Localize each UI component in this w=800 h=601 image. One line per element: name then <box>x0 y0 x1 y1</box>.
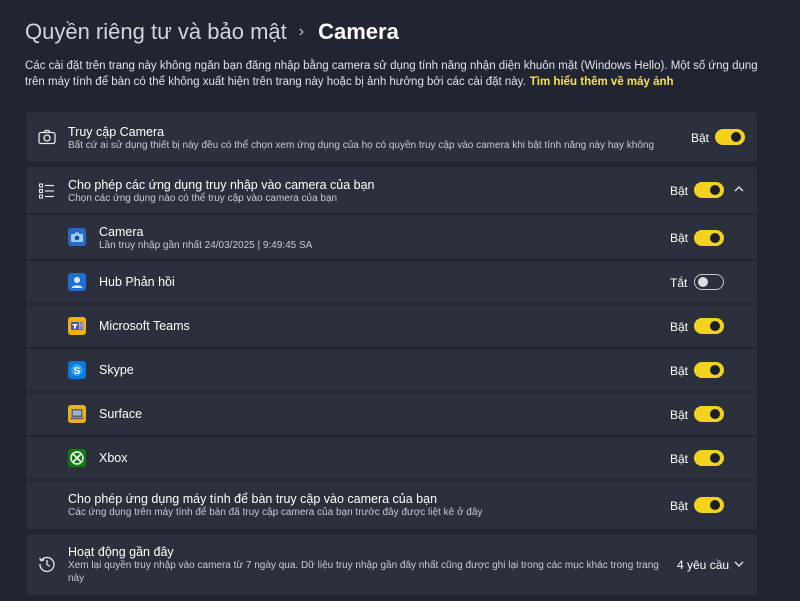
learn-more-link[interactable]: Tìm hiểu thêm về máy ảnh <box>530 76 674 88</box>
toggle-knob <box>710 185 720 195</box>
chevron-down-icon[interactable] <box>731 556 747 572</box>
desktop-access-setting[interactable]: Cho phép ứng dụng máy tính để bàn truy c… <box>26 481 757 529</box>
desktop-access-title: Cho phép ứng dụng máy tính để bàn truy c… <box>68 492 438 506</box>
chevron-up-icon[interactable] <box>731 181 747 197</box>
app-name: Skype <box>99 363 134 377</box>
app-last-access: Lần truy nhập gần nhất 24/03/2025 | 9:49… <box>99 240 313 251</box>
toggle-knob <box>710 453 720 463</box>
toggle-knob <box>710 321 720 331</box>
app-access-setting[interactable]: Cho phép các ứng dụng truy nhập vào came… <box>26 167 757 213</box>
recent-activity-count: 4 yêu cầu <box>677 558 730 572</box>
app-row-surface: Surface Bật <box>26 393 757 435</box>
app-row-camera: Camera Lần truy nhập gần nhất 24/03/2025… <box>26 215 757 259</box>
recent-activity-title: Hoạt động gần đây <box>68 545 174 559</box>
desktop-access-toggle[interactable] <box>694 497 724 513</box>
svg-text:S: S <box>74 366 81 377</box>
app-row-feedback-hub: Hub Phản hồi Tắt <box>26 261 757 303</box>
app-row-teams: Microsoft Teams Bật <box>26 305 757 347</box>
camera-access-state: Bật <box>691 131 710 145</box>
teams-icon <box>68 317 86 335</box>
app-name: Microsoft Teams <box>99 319 190 333</box>
breadcrumb-parent-link[interactable]: Quyền riêng tư và bảo mật <box>25 19 287 45</box>
app-state: Bật <box>670 364 689 378</box>
camera-access-toggle[interactable] <box>715 129 745 145</box>
list-icon <box>37 181 57 201</box>
toggle-knob <box>698 276 708 287</box>
app-name: Camera <box>99 225 144 239</box>
camera-app-icon <box>68 228 86 246</box>
toggle-knob <box>710 500 720 510</box>
skype-icon: S <box>68 361 86 379</box>
app-state: Bật <box>670 320 689 334</box>
chevron-right-icon: › <box>298 23 305 40</box>
app-name: Surface <box>99 407 143 421</box>
surface-icon <box>68 405 86 423</box>
page-description: Các cài đặt trên trang này không ngăn bạ… <box>25 58 777 90</box>
toggle-knob <box>731 132 741 142</box>
toggle-knob <box>710 365 720 375</box>
feedback-hub-toggle[interactable] <box>694 274 724 290</box>
breadcrumb: Quyền riêng tư và bảo mật › Camera <box>25 14 399 50</box>
toggle-knob <box>710 233 720 243</box>
camera-access-subtitle: Bất cứ ai sử dụng thiết bị này đều có th… <box>68 140 655 151</box>
app-access-state: Bật <box>670 184 689 198</box>
page-title: Camera <box>318 19 399 44</box>
xbox-icon <box>68 449 86 467</box>
camera-access-setting[interactable]: Truy cập Camera Bất cứ ai sử dụng thiết … <box>26 112 757 162</box>
skype-toggle[interactable] <box>694 362 724 378</box>
teams-toggle[interactable] <box>694 318 724 334</box>
xbox-toggle[interactable] <box>694 450 724 466</box>
app-state: Bật <box>670 452 689 466</box>
history-icon <box>37 554 57 574</box>
app-name: Xbox <box>99 451 128 465</box>
app-state: Bật <box>670 408 689 422</box>
desktop-access-state: Bật <box>670 499 689 513</box>
app-state: Bật <box>670 231 689 245</box>
app-row-skype: S Skype Bật <box>26 349 757 391</box>
camera-icon <box>37 127 57 147</box>
app-row-xbox: Xbox Bật <box>26 437 757 479</box>
camera-access-title: Truy cập Camera <box>68 125 165 139</box>
recent-activity-subtitle: Xem lại quyền truy nhập vào camera từ 7 … <box>68 560 659 571</box>
app-access-toggle[interactable] <box>694 182 724 198</box>
surface-toggle[interactable] <box>694 406 724 422</box>
toggle-knob <box>710 409 720 419</box>
camera-app-toggle[interactable] <box>694 230 724 246</box>
recent-activity-setting[interactable]: Hoạt động gần đây Xem lại quyền truy nhậ… <box>26 534 757 595</box>
recent-activity-subtitle-cont: này <box>68 573 85 584</box>
app-name: Hub Phản hồi <box>99 275 175 289</box>
feedback-hub-icon <box>68 273 86 291</box>
app-access-subtitle: Chọn các ứng dụng nào có thể truy cập và… <box>68 193 338 204</box>
app-access-title: Cho phép các ứng dụng truy nhập vào came… <box>68 178 375 192</box>
app-state: Tắt <box>670 276 688 290</box>
desktop-access-subtitle: Các ứng dụng trên máy tính để bàn đã tru… <box>68 507 483 518</box>
